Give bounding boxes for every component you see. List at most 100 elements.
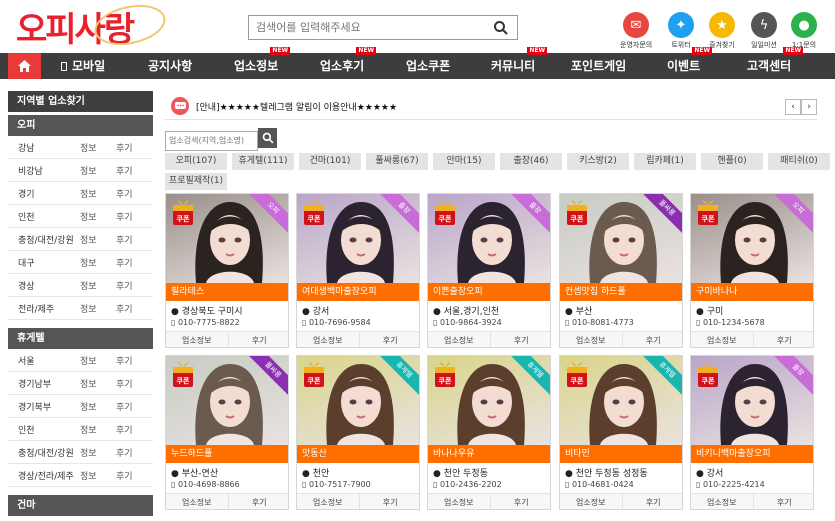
region-review-link[interactable]: 후기 xyxy=(116,210,133,223)
nav-item[interactable]: 모바일 xyxy=(61,53,105,79)
shop-thumbnail[interactable]: 쿠폰 출장 xyxy=(297,194,419,283)
notice-prev-button[interactable]: ‹ xyxy=(785,99,801,115)
region-review-link[interactable]: 후기 xyxy=(116,141,133,154)
shop-card[interactable]: 쿠폰 출장 비키니백마출장오피 ● 강서 ▯ 010-2225-4214 업소정보 후기 xyxy=(690,355,814,510)
region-name[interactable]: 전라/제주 xyxy=(8,302,80,315)
region-review-link[interactable]: 후기 xyxy=(116,354,133,367)
shop-card[interactable]: 쿠폰 출장 여대생백마출장오피 ● 강서 ▯ 010-7696-9584 업소정보 후기 xyxy=(296,193,420,348)
region-info-link[interactable]: 정보 xyxy=(80,279,116,292)
shop-thumbnail[interactable]: 쿠폰 풀싸롱 xyxy=(166,356,288,445)
region-info-link[interactable]: 정보 xyxy=(80,423,116,436)
region-review-link[interactable]: 후기 xyxy=(116,164,133,177)
region-info-link[interactable]: 정보 xyxy=(80,164,116,177)
region-name[interactable]: 인천 xyxy=(8,210,80,223)
shop-review-button[interactable]: 후기 xyxy=(228,332,288,347)
category-filter[interactable]: 키스방(2) xyxy=(567,153,629,170)
nav-item[interactable]: 업소쿠폰 xyxy=(406,53,450,79)
shop-info-button[interactable]: 업소정보 xyxy=(297,494,360,509)
region-review-link[interactable]: 후기 xyxy=(116,233,133,246)
region-info-link[interactable]: 정보 xyxy=(80,354,116,367)
shop-info-button[interactable]: 업소정보 xyxy=(691,494,754,509)
region-info-link[interactable]: 정보 xyxy=(80,187,116,200)
shop-card[interactable]: 쿠폰 휴게텔 비타민 ● 천안 두정동 성정동 ▯ 010-4681-0424 업소정보 후… xyxy=(559,355,683,510)
region-review-link[interactable]: 후기 xyxy=(116,446,133,459)
shop-search-input[interactable] xyxy=(165,130,258,151)
shop-info-button[interactable]: 업소정보 xyxy=(166,494,229,509)
shop-name[interactable]: 비키니백마출장오피 xyxy=(691,445,813,463)
global-search-input[interactable] xyxy=(249,16,487,39)
category-filter[interactable]: 프로필제작(1) xyxy=(165,173,227,190)
nav-item[interactable]: 업소정보 NEW xyxy=(234,47,291,79)
quick-link[interactable]: ✉ 운영자문의 xyxy=(620,12,652,50)
category-filter[interactable]: 건마(101) xyxy=(299,153,361,170)
region-name[interactable]: 비강남 xyxy=(8,164,80,177)
shop-review-button[interactable]: 후기 xyxy=(490,494,550,509)
shop-name[interactable]: 컨셉맛집 하드풀 xyxy=(560,283,682,301)
region-review-link[interactable]: 후기 xyxy=(116,256,133,269)
region-name[interactable]: 대구 xyxy=(8,256,80,269)
shop-card[interactable]: 쿠폰 오피 구미바나나 ● 구미 ▯ 010-1234-5678 업소정보 후기 xyxy=(690,193,814,348)
shop-name[interactable]: 여대생백마출장오피 xyxy=(297,283,419,301)
shop-review-button[interactable]: 후기 xyxy=(359,494,419,509)
shop-thumbnail[interactable]: 쿠폰 오피 xyxy=(166,194,288,283)
shop-thumbnail[interactable]: 쿠폰 휴게텔 xyxy=(297,356,419,445)
region-review-link[interactable]: 후기 xyxy=(116,187,133,200)
category-filter[interactable]: 패티쉬(0) xyxy=(768,153,830,170)
shop-info-button[interactable]: 업소정보 xyxy=(691,332,754,347)
region-name[interactable]: 강남 xyxy=(8,141,80,154)
category-filter[interactable]: 립카페(1) xyxy=(634,153,696,170)
region-info-link[interactable]: 정보 xyxy=(80,446,116,459)
region-info-link[interactable]: 정보 xyxy=(80,233,116,246)
shop-name[interactable]: 바나나우유 xyxy=(428,445,550,463)
shop-card[interactable]: 쿠폰 출장 이쁜출장오피 ● 서울,경기,인천 ▯ 010-9864-3924 업소정보 후… xyxy=(427,193,551,348)
region-name[interactable]: 충청/대전/강원 xyxy=(8,446,80,459)
shop-name[interactable]: 누드하드풀 xyxy=(166,445,288,463)
shop-info-button[interactable]: 업소정보 xyxy=(297,332,360,347)
region-info-link[interactable]: 정보 xyxy=(80,400,116,413)
nav-item[interactable]: 커뮤니티 NEW xyxy=(491,47,548,79)
region-name[interactable]: 경기북부 xyxy=(8,400,80,413)
region-info-link[interactable]: 정보 xyxy=(80,210,116,223)
region-review-link[interactable]: 후기 xyxy=(116,469,133,482)
shop-review-button[interactable]: 후기 xyxy=(490,332,550,347)
shop-review-button[interactable]: 후기 xyxy=(622,494,682,509)
quick-link[interactable]: ϟ 일일미션 xyxy=(748,12,780,50)
nav-item[interactable]: 포인트게임 xyxy=(571,53,626,79)
shop-review-button[interactable]: 후기 xyxy=(622,332,682,347)
site-logo[interactable]: 오피사랑 xyxy=(16,0,170,52)
nav-item[interactable]: 고객센터 NEW xyxy=(747,47,804,79)
shop-card[interactable]: 쿠폰 풀싸롱 누드하드풀 ● 부산-연산 ▯ 010-4698-8866 업소정보 후기 xyxy=(165,355,289,510)
region-name[interactable]: 경상/전라/제주 xyxy=(8,469,80,482)
category-filter[interactable]: 휴게텔(111) xyxy=(232,153,294,170)
home-button[interactable] xyxy=(8,53,41,79)
shop-thumbnail[interactable]: 쿠폰 휴게텔 xyxy=(560,356,682,445)
shop-card[interactable]: 쿠폰 오피 필라테스 ● 경상북도 구미시 ▯ 010-7775-8822 업소정보 후기 xyxy=(165,193,289,348)
notice-text[interactable]: [안내]★★★★★텔레그램 알림이 이용안내★★★★★ xyxy=(196,100,397,113)
shop-info-button[interactable]: 업소정보 xyxy=(560,332,623,347)
region-info-link[interactable]: 정보 xyxy=(80,302,116,315)
shop-thumbnail[interactable]: 쿠폰 오피 xyxy=(691,194,813,283)
shop-info-button[interactable]: 업소정보 xyxy=(166,332,229,347)
shop-review-button[interactable]: 후기 xyxy=(753,332,813,347)
shop-name[interactable]: 이쁜출장오피 xyxy=(428,283,550,301)
region-info-link[interactable]: 정보 xyxy=(80,377,116,390)
shop-info-button[interactable]: 업소정보 xyxy=(560,494,623,509)
shop-thumbnail[interactable]: 쿠폰 풀싸롱 xyxy=(560,194,682,283)
region-info-link[interactable]: 정보 xyxy=(80,469,116,482)
region-info-link[interactable]: 정보 xyxy=(80,256,116,269)
region-name[interactable]: 인천 xyxy=(8,423,80,436)
region-review-link[interactable]: 후기 xyxy=(116,279,133,292)
category-filter[interactable]: 출장(46) xyxy=(500,153,562,170)
shop-name[interactable]: 비타민 xyxy=(560,445,682,463)
category-filter[interactable]: 안마(15) xyxy=(433,153,495,170)
shop-card[interactable]: 쿠폰 휴게텔 맛동산 ● 천안 ▯ 010-7517-7900 업소정보 후기 xyxy=(296,355,420,510)
shop-thumbnail[interactable]: 쿠폰 출장 xyxy=(428,194,550,283)
shop-search-button[interactable] xyxy=(258,128,277,148)
shop-name[interactable]: 필라테스 xyxy=(166,283,288,301)
nav-item[interactable]: 공지사항 xyxy=(148,53,192,79)
nav-item[interactable]: 이벤트 NEW xyxy=(667,47,713,79)
region-review-link[interactable]: 후기 xyxy=(116,423,133,436)
region-name[interactable]: 경기 xyxy=(8,187,80,200)
region-name[interactable]: 충청/대전/강원 xyxy=(8,233,80,246)
region-name[interactable]: 경상 xyxy=(8,279,80,292)
